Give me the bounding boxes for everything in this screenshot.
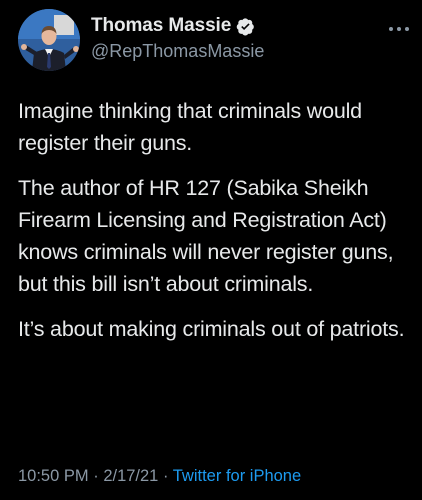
dot-icon xyxy=(389,27,393,31)
avatar-image xyxy=(18,9,80,71)
display-name[interactable]: Thomas Massie xyxy=(91,15,231,37)
tweet-card: Thomas Massie @RepThomasMassie Imagine t… xyxy=(0,0,422,500)
tweet-date[interactable]: 2/17/21 xyxy=(103,467,158,485)
author-name-row: Thomas Massie xyxy=(91,15,255,37)
tweet-metadata: 10:50 PM · 2/17/21 · Twitter for iPhone xyxy=(18,467,301,486)
dot-icon xyxy=(405,27,409,31)
user-handle[interactable]: @RepThomasMassie xyxy=(91,41,264,62)
meta-separator: · xyxy=(162,467,169,485)
dot-icon xyxy=(397,27,401,31)
tweet-time[interactable]: 10:50 PM xyxy=(18,467,89,485)
more-options-icon[interactable] xyxy=(389,25,409,33)
tweet-source-link[interactable]: Twitter for iPhone xyxy=(173,467,301,485)
tweet-paragraph: Imagine thinking that criminals would re… xyxy=(18,99,362,155)
meta-separator: · xyxy=(93,467,99,485)
verified-badge-icon xyxy=(236,17,255,36)
tweet-paragraph: It’s about making criminals out of patri… xyxy=(18,317,405,341)
tweet-text: Imagine thinking that criminals would re… xyxy=(18,95,418,358)
tweet-paragraph: The author of HR 127 (Sabika Sheikh Fire… xyxy=(18,176,394,296)
avatar[interactable] xyxy=(18,9,80,71)
